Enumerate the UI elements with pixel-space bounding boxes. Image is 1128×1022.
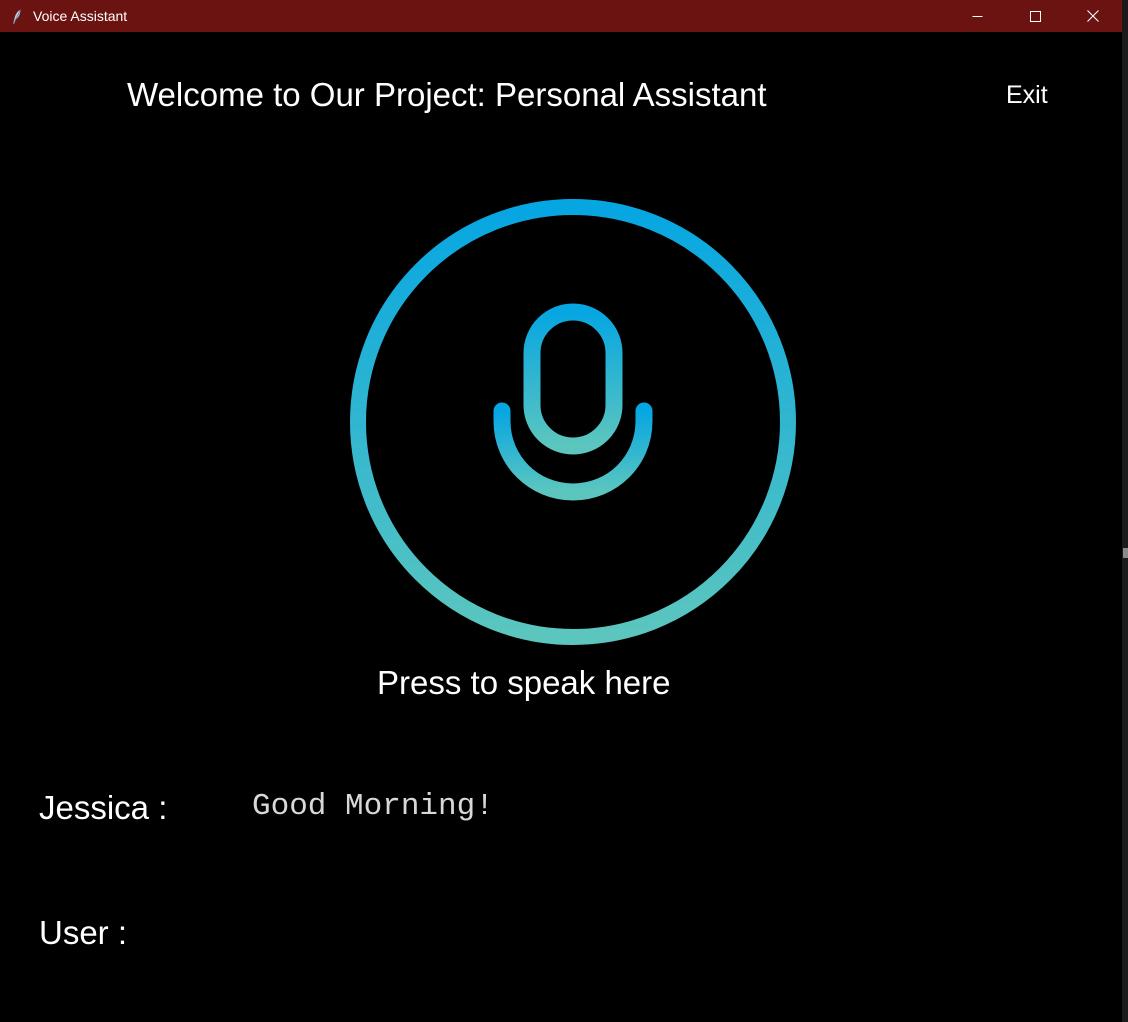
maximize-button[interactable]: [1006, 0, 1064, 32]
window-controls: [948, 0, 1122, 32]
feather-icon: [10, 8, 24, 24]
mic-button[interactable]: [346, 195, 800, 649]
maximize-icon: [1029, 10, 1041, 22]
assistant-name-label: Jessica :: [39, 789, 168, 826]
welcome-heading: Welcome to Our Project: Personal Assista…: [127, 76, 767, 113]
close-icon: [1087, 10, 1099, 22]
assistant-message: Good Morning!: [252, 789, 494, 824]
user-name-label: User :: [39, 914, 128, 951]
minimize-icon: [972, 15, 982, 17]
close-button[interactable]: [1064, 0, 1122, 32]
title-bar: Voice Assistant: [0, 0, 1122, 32]
minimize-button[interactable]: [948, 0, 1006, 32]
microphone-icon: [350, 199, 796, 645]
press-to-speak-label: Press to speak here: [377, 664, 671, 701]
window-right-border: [1122, 0, 1128, 1022]
exit-button[interactable]: Exit: [1006, 81, 1048, 110]
voice-assistant-window: Voice Assistant Welcome to Our Project: …: [0, 0, 1128, 1022]
window-title: Voice Assistant: [33, 8, 128, 24]
